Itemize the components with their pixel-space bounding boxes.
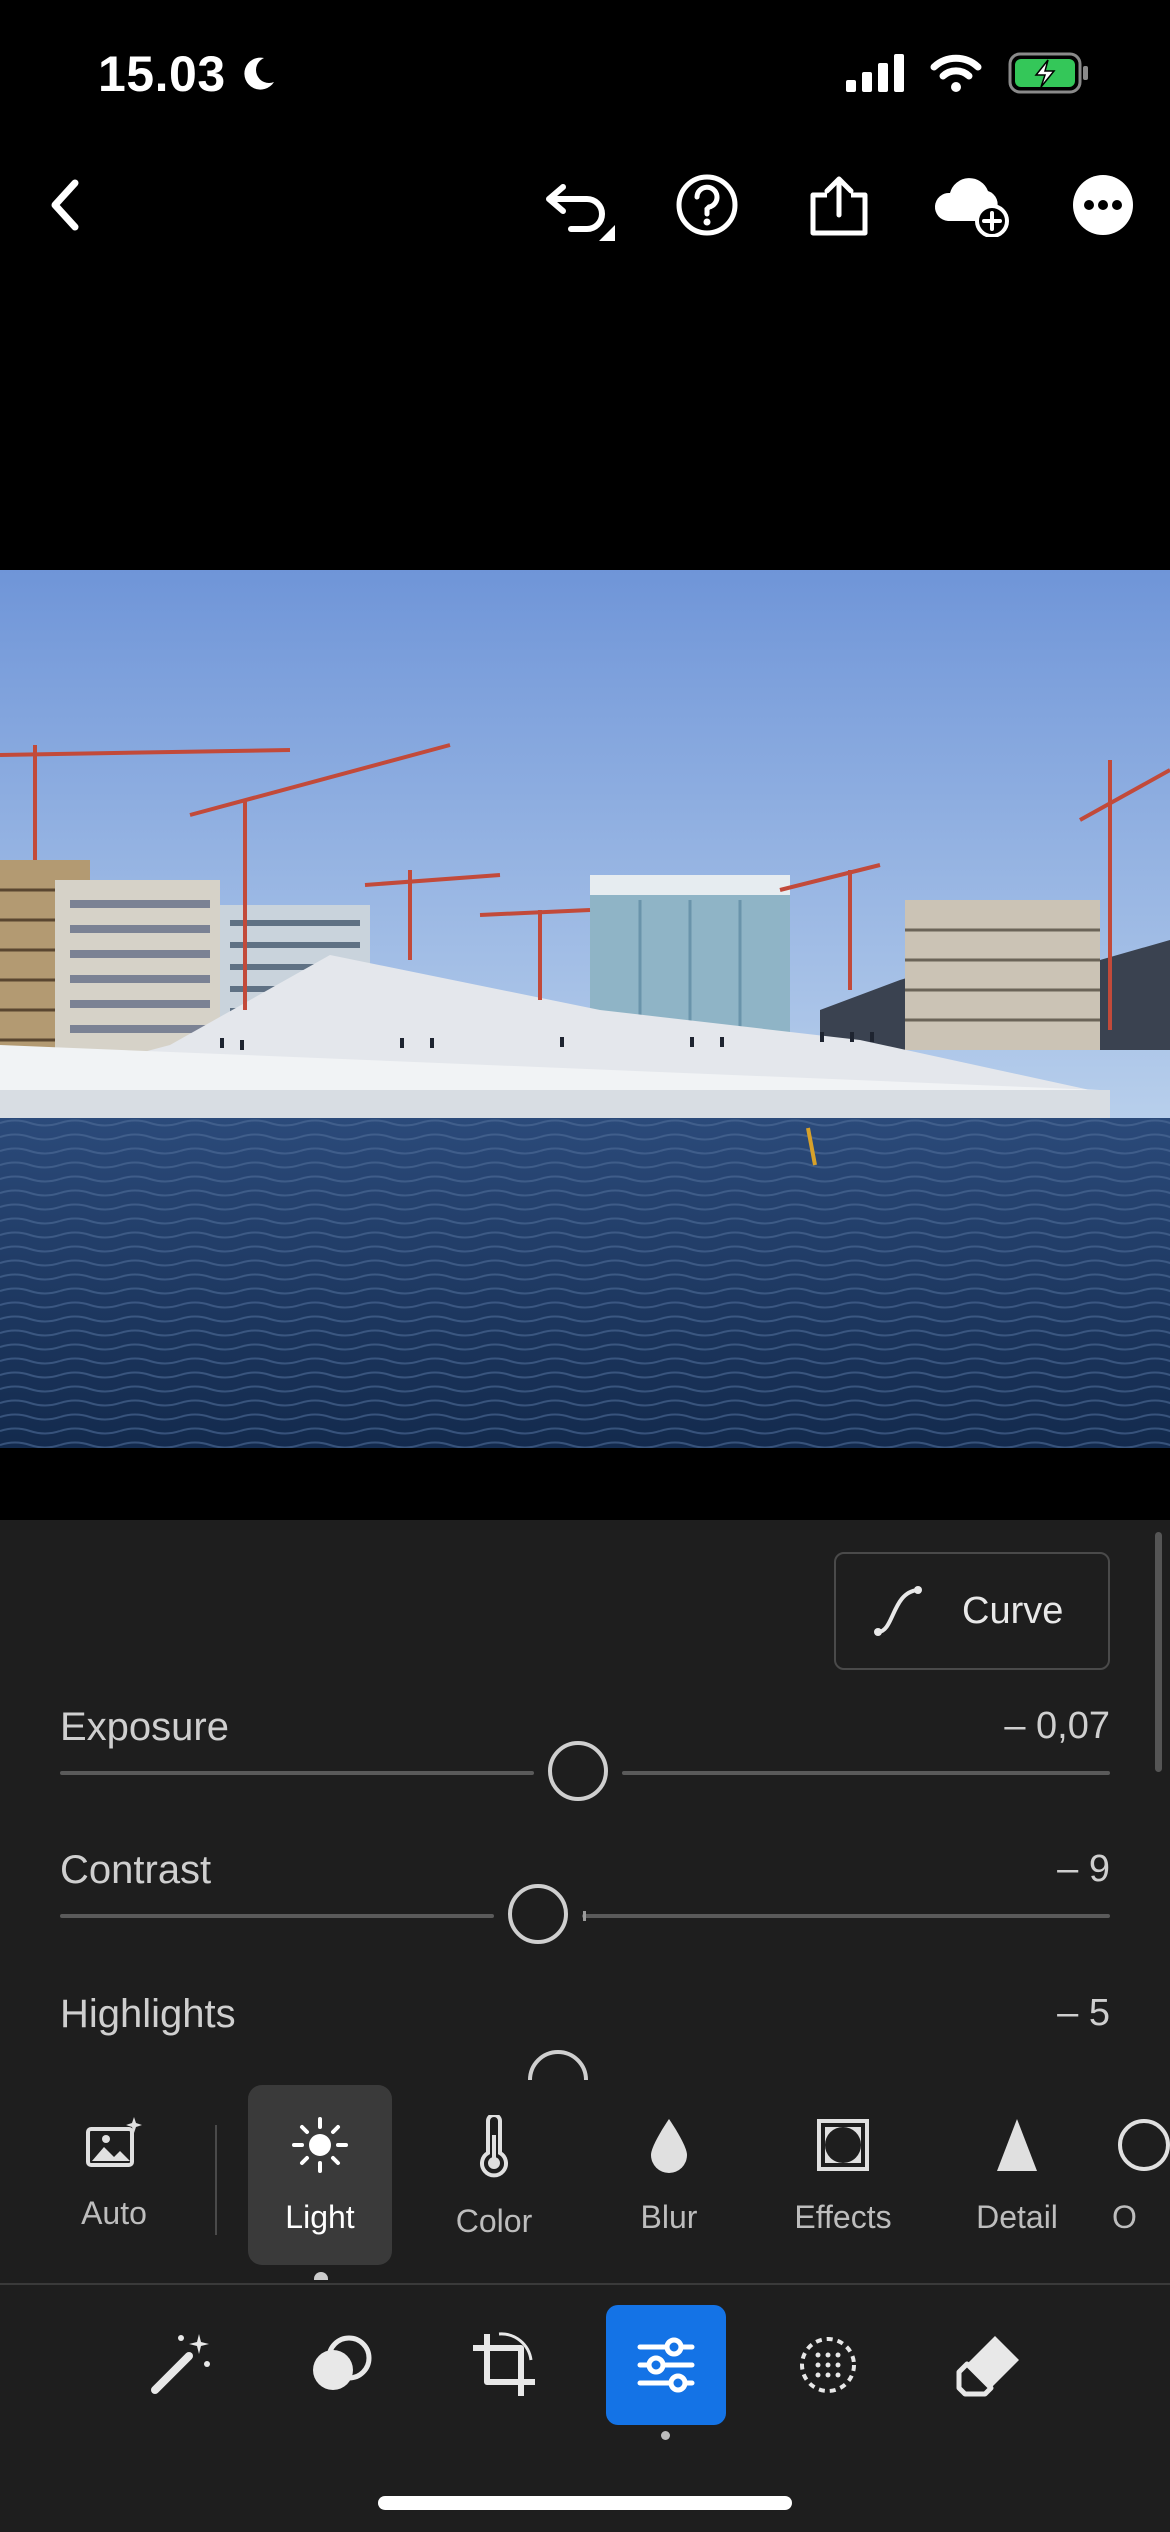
category-effects-label: Effects	[794, 2199, 892, 2235]
panel-scrollbar[interactable]	[1155, 1532, 1162, 1772]
auto-image-icon	[86, 2117, 142, 2167]
category-blur[interactable]: Blur	[597, 2085, 741, 2265]
sun-icon	[292, 2117, 348, 2173]
eraser-icon	[956, 2336, 1019, 2397]
status-time: 15.03	[98, 46, 226, 102]
crop-icon	[473, 2332, 535, 2396]
masking-icon	[800, 2337, 856, 2393]
exposure-label: Exposure	[60, 1705, 229, 1749]
category-effects[interactable]: Effects	[771, 2085, 915, 2265]
contrast-track[interactable]	[60, 1884, 1110, 1944]
top-toolbar	[0, 160, 1170, 260]
category-auto-label: Auto	[81, 2195, 147, 2231]
cellular-signal-icon	[846, 54, 904, 92]
exposure-track-left	[60, 1771, 534, 1775]
status-time-group: 15.03	[98, 45, 278, 103]
exposure-track-right	[621, 1771, 1110, 1775]
undo-icon	[546, 184, 615, 241]
active-category-indicator	[314, 2272, 328, 2280]
curve-label: Curve	[962, 1589, 1064, 1632]
share-icon	[810, 176, 868, 236]
active-tool-indicator	[661, 2431, 670, 2440]
cloud-add-icon	[934, 178, 1009, 237]
moon-icon	[244, 57, 274, 90]
contrast-track-right	[581, 1914, 1110, 1918]
masking-tool[interactable]	[768, 2305, 888, 2425]
contrast-value[interactable]: – 9	[1057, 1848, 1110, 1891]
edit-category-bar: Auto Light Color Blur Effects Detail O	[0, 2085, 1170, 2285]
category-detail[interactable]: Detail	[945, 2085, 1089, 2265]
share-button[interactable]	[794, 160, 884, 250]
presets-tool[interactable]	[282, 2305, 402, 2425]
home-indicator[interactable]	[378, 2496, 792, 2510]
contrast-label: Contrast	[60, 1848, 212, 1892]
curve-button[interactable]: Curve	[834, 1552, 1110, 1670]
presets-icon	[313, 2335, 372, 2390]
help-icon	[676, 174, 738, 236]
contrast-track-left	[60, 1914, 494, 1918]
more-button[interactable]	[1058, 160, 1148, 250]
crop-tool[interactable]	[444, 2305, 564, 2425]
back-button[interactable]	[20, 160, 110, 250]
back-chevron-icon	[51, 179, 79, 231]
auto-enhance-tool[interactable]	[120, 2305, 240, 2425]
remove-tool[interactable]	[930, 2305, 1050, 2425]
edit-sliders-icon	[637, 2337, 695, 2393]
highlights-thumb[interactable]	[528, 2050, 588, 2080]
status-bar: 15.03	[0, 0, 1170, 150]
wifi-icon	[930, 54, 982, 92]
highlights-value[interactable]: – 5	[1057, 1992, 1110, 2035]
exposure-track[interactable]	[60, 1741, 1110, 1801]
category-color[interactable]: Color	[422, 2085, 566, 2265]
category-auto[interactable]: Auto	[42, 2085, 186, 2265]
category-light-label: Light	[285, 2199, 355, 2235]
category-blur-label: Blur	[640, 2199, 698, 2235]
curve-icon	[874, 1586, 922, 1636]
optics-icon	[1118, 2119, 1170, 2171]
category-color-label: Color	[455, 2203, 533, 2239]
cloud-sync-button[interactable]	[926, 160, 1016, 250]
battery-charging-icon	[1008, 52, 1088, 94]
undo-button[interactable]	[536, 160, 626, 250]
photo-image[interactable]	[0, 570, 1170, 1448]
status-indicators	[846, 52, 1090, 94]
thermometer-icon	[480, 2115, 508, 2178]
category-divider	[215, 2125, 217, 2235]
category-detail-label: Detail	[976, 2199, 1058, 2235]
exposure-slider[interactable]: Exposure – 0,07	[60, 1705, 1110, 1815]
photo-canvas	[0, 570, 1170, 1448]
exposure-value[interactable]: – 0,07	[1004, 1705, 1110, 1748]
category-optics-label: O	[1112, 2199, 1137, 2235]
contrast-center-tick	[583, 1911, 586, 1921]
contrast-thumb[interactable]	[507, 1884, 568, 1944]
exposure-thumb[interactable]	[547, 1741, 608, 1801]
magic-wand-icon	[151, 2334, 210, 2394]
triangle-icon	[997, 2119, 1037, 2171]
effects-icon	[817, 2119, 869, 2171]
contrast-slider[interactable]: Contrast – 9	[60, 1848, 1110, 1958]
drop-icon	[651, 2119, 687, 2173]
highlights-label: Highlights	[60, 1992, 236, 2036]
more-icon	[1073, 175, 1133, 235]
help-button[interactable]	[662, 160, 752, 250]
category-light[interactable]: Light	[248, 2085, 392, 2265]
category-optics[interactable]: O	[1112, 2085, 1170, 2265]
edit-tool[interactable]	[606, 2305, 726, 2425]
